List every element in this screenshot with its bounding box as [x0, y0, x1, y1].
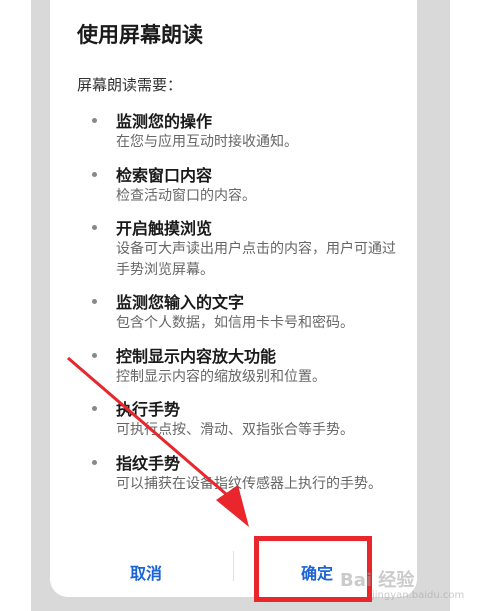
red-arrow-annotation [67, 356, 249, 527]
watermark-logo: Bai 经验 [340, 570, 415, 591]
watermark-url: jingyan.baidu.com [372, 590, 465, 601]
